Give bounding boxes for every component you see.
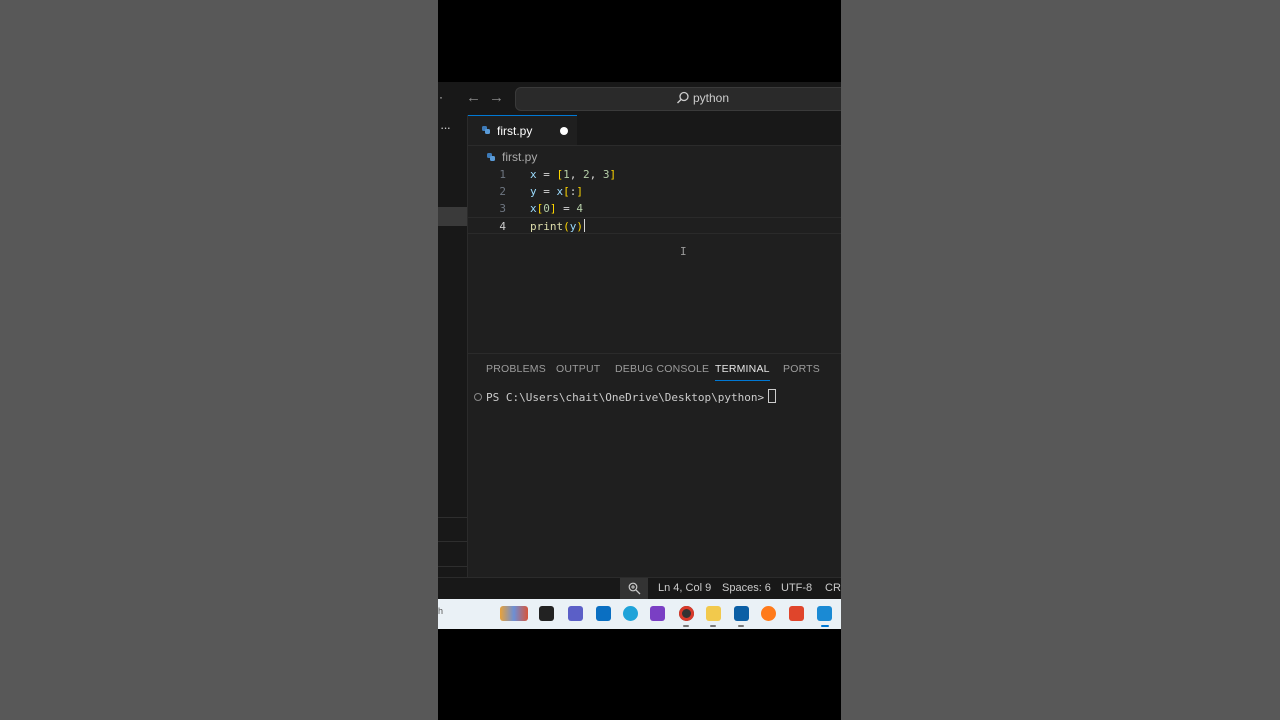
search-icon [677,91,689,104]
brave-icon[interactable] [789,606,804,621]
activity-divider [438,566,467,567]
bottom-panel: PROBLEMS OUTPUT DEBUG CONSOLE TERMINAL P… [468,353,841,578]
vscode-window: · ← → python ··· first.py first.py 1 x =… [438,82,841,599]
code-text: x[0] = 4 [530,202,583,215]
store-icon[interactable] [734,606,749,621]
teams-icon[interactable] [568,606,583,621]
arrow-right-icon[interactable]: → [489,89,504,106]
line-number: 4 [499,220,506,233]
breadcrumb-label: first.py [502,150,538,164]
activity-bar: ··· [438,115,468,577]
search-label: python [693,91,730,105]
edge-icon[interactable] [623,606,638,621]
status-bar: Ln 4, Col 9 Spaces: 6 UTF-8 CRLF [438,577,841,599]
indentation-status[interactable]: Spaces: 6 [722,582,771,594]
activity-active-item[interactable] [438,207,467,226]
python-icon [487,153,495,161]
video-frame: · ← → python ··· first.py first.py 1 x =… [438,0,841,720]
eol-status[interactable]: CRLF [825,582,841,594]
editor-tab-bar: first.py [468,115,841,146]
vscode-icon[interactable] [817,606,832,621]
ellipsis-icon[interactable]: · [439,90,443,104]
tab-problems[interactable]: PROBLEMS [486,363,546,375]
code-line[interactable]: 2 y = x[:] [468,183,841,200]
terminal-cursor [768,389,777,403]
windows-taskbar: h [438,599,841,629]
terminal-status-icon [474,393,482,401]
taskbar-search-text[interactable]: h [438,606,443,616]
running-indicator [738,625,744,627]
running-indicator [683,625,689,627]
tab-label: first.py [497,124,533,138]
code-line[interactable]: 3 x[0] = 4 [468,200,841,217]
arrow-left-icon[interactable]: ← [466,89,481,106]
code-text: y = x[:] [530,185,583,198]
tab-debug-console[interactable]: DEBUG CONSOLE [615,363,709,375]
mouse-ibeam-icon: I [680,245,687,258]
zoom-button[interactable] [620,578,648,599]
files-icon[interactable] [500,606,528,621]
terminal-prompt[interactable]: PS C:\Users\chait\OneDrive\Desktop\pytho… [486,389,777,404]
tab-ports[interactable]: PORTS [783,363,820,375]
activity-divider [438,541,467,542]
encoding-status[interactable]: UTF-8 [781,582,812,594]
code-line-current[interactable]: 4 print(y) [468,217,841,234]
line-number: 1 [499,168,506,181]
folder-icon[interactable] [706,606,721,621]
tab-first-py[interactable]: first.py [468,115,577,145]
tab-terminal[interactable]: TERMINAL [715,363,770,381]
code-text: print(y) [530,219,585,233]
command-center-search[interactable]: python [515,87,841,111]
dell-icon[interactable] [596,606,611,621]
title-bar: · ← → python [438,82,841,115]
text-cursor [584,219,585,232]
running-indicator [710,625,716,627]
zoom-icon [628,582,641,595]
tab-output[interactable]: OUTPUT [556,363,600,375]
code-text: x = [1, 2, 3] [530,168,617,181]
unsaved-dot-icon[interactable] [560,127,568,135]
clapper-icon[interactable] [650,606,665,621]
more-icon[interactable]: ··· [440,120,451,135]
code-line[interactable]: 1 x = [1, 2, 3] [468,166,841,183]
terminal-prompt-text: PS C:\Users\chait\OneDrive\Desktop\pytho… [486,391,765,404]
code-editor[interactable]: 1 x = [1, 2, 3] 2 y = x[:] 3 x[0] = 4 4 … [468,166,841,346]
running-indicator [821,625,829,627]
firefox-icon[interactable] [761,606,776,621]
cursor-position[interactable]: Ln 4, Col 9 [658,582,711,594]
line-number: 3 [499,202,506,215]
chrome-icon[interactable] [679,606,694,621]
line-number: 2 [499,185,506,198]
activity-divider [438,517,467,518]
terminal-icon[interactable] [539,606,554,621]
python-icon [482,126,490,134]
